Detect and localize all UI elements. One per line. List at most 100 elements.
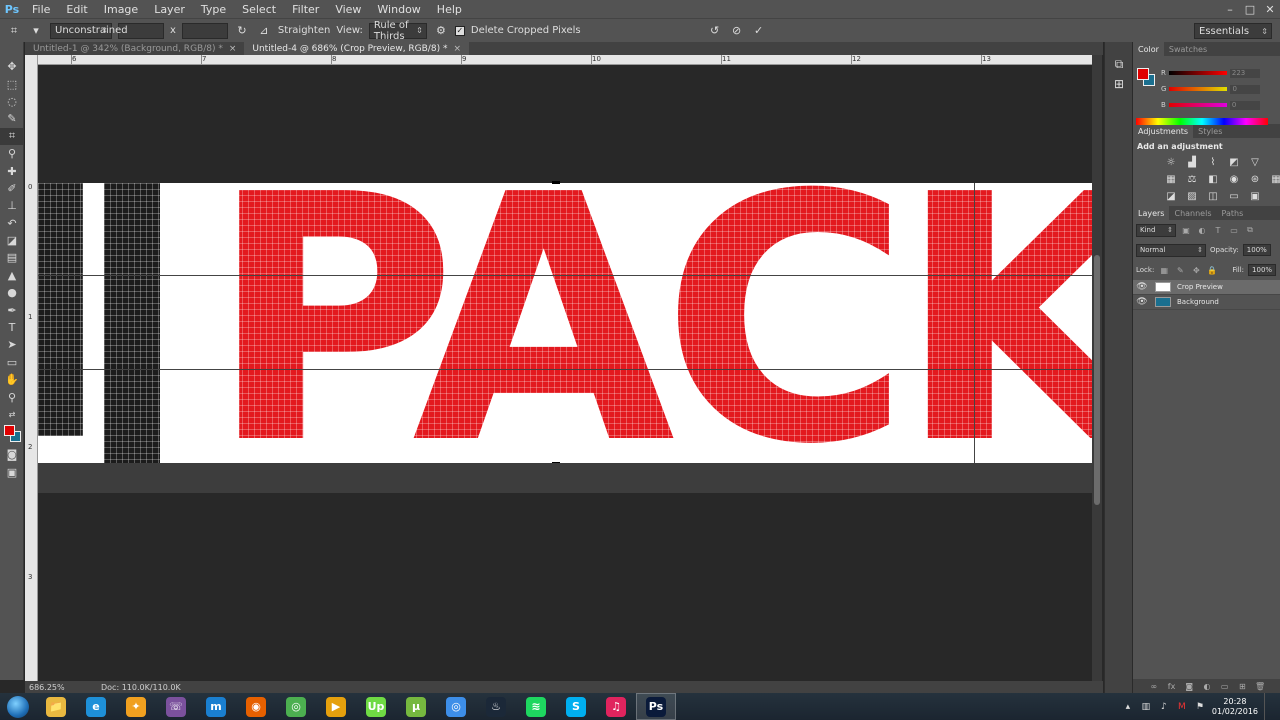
quick-select-tool-icon[interactable]: ✎ xyxy=(0,110,24,127)
history-panel-icon[interactable]: ⧉ xyxy=(1105,54,1133,74)
quick-mask-icon[interactable]: ◙ xyxy=(0,446,24,463)
foreground-color-swatch[interactable] xyxy=(1137,68,1149,80)
menu-view[interactable]: View xyxy=(327,3,369,16)
taskbar-media-button[interactable]: ✦ xyxy=(116,693,156,720)
new-group-icon[interactable]: ▭ xyxy=(1220,681,1230,691)
tab-untitled-4[interactable]: Untitled-4 @ 686% (Crop Preview, RGB/8) … xyxy=(244,42,469,55)
blue-value[interactable]: 0 xyxy=(1229,100,1260,110)
marquee-tool-icon[interactable]: ⬚ xyxy=(0,75,24,92)
screen-mode-icon[interactable]: ▣ xyxy=(0,464,24,481)
taskbar-steam-button[interactable]: ♨ xyxy=(476,693,516,720)
ratio-select[interactable]: Unconstrained xyxy=(50,22,128,39)
color-balance-icon[interactable]: ⚖ xyxy=(1184,172,1200,186)
blend-mode-select[interactable]: Normal xyxy=(1136,243,1206,257)
overlay-view-select[interactable]: Rule of Thirds xyxy=(368,20,427,42)
lasso-tool-icon[interactable]: ◌ xyxy=(0,93,24,110)
pen-tool-icon[interactable]: ✒ xyxy=(0,301,24,318)
menu-select[interactable]: Select xyxy=(234,3,284,16)
gradient-map-icon[interactable]: ▭ xyxy=(1226,189,1242,203)
show-desktop-button[interactable] xyxy=(1264,693,1272,720)
red-slider[interactable] xyxy=(1168,71,1227,75)
gradient-tool-icon[interactable]: ▤ xyxy=(0,249,24,266)
selective-color-icon[interactable]: ▣ xyxy=(1247,189,1263,203)
lock-image-icon[interactable]: ✎ xyxy=(1174,264,1186,276)
taskbar-chrome-button[interactable]: ◎ xyxy=(276,693,316,720)
blue-slider[interactable] xyxy=(1168,103,1227,107)
history-brush-tool-icon[interactable]: ↶ xyxy=(0,215,24,232)
crop-handle-top[interactable] xyxy=(552,181,560,184)
straighten-label[interactable]: Straighten xyxy=(278,25,330,36)
start-button[interactable] xyxy=(0,693,36,720)
link-layers-icon[interactable]: ∞ xyxy=(1149,681,1159,691)
delete-cropped-label[interactable]: Delete Cropped Pixels xyxy=(471,25,581,36)
type-filter-icon[interactable]: T xyxy=(1212,224,1224,236)
layer-row-background[interactable]: 👁 Background xyxy=(1133,295,1280,310)
photo-filter-icon[interactable]: ◉ xyxy=(1226,172,1242,186)
menu-layer[interactable]: Layer xyxy=(146,3,193,16)
menu-filter[interactable]: Filter xyxy=(284,3,327,16)
workspace-select[interactable]: Essentials xyxy=(1194,23,1272,39)
straighten-icon[interactable]: ⊿ xyxy=(256,23,272,39)
channel-mixer-icon[interactable]: ⊛ xyxy=(1247,172,1263,186)
move-tool-icon[interactable]: ✥ xyxy=(0,58,24,75)
blur-tool-icon[interactable]: ▲ xyxy=(0,267,24,284)
lock-position-icon[interactable]: ✥ xyxy=(1190,264,1202,276)
menu-file[interactable]: File xyxy=(24,3,58,16)
swap-colors-icon[interactable]: ⇄ xyxy=(0,406,24,423)
threshold-icon[interactable]: ◫ xyxy=(1205,189,1221,203)
vertical-scrollbar[interactable] xyxy=(1092,55,1102,681)
dodge-tool-icon[interactable]: ● xyxy=(0,284,24,301)
smart-filter-icon[interactable]: ⧉ xyxy=(1244,224,1256,236)
red-value[interactable]: 223 xyxy=(1229,68,1260,78)
invert-icon[interactable]: ◪ xyxy=(1163,189,1179,203)
foreground-color-swatch[interactable] xyxy=(4,425,15,436)
tab-close-icon[interactable]: × xyxy=(453,44,461,54)
kind-filter-select[interactable]: Kind xyxy=(1136,223,1176,237)
type-tool-icon[interactable]: T xyxy=(0,319,24,336)
tab-adjustments[interactable]: Adjustments xyxy=(1133,124,1194,138)
taskbar-ie-button[interactable]: e xyxy=(76,693,116,720)
lock-transparent-icon[interactable]: ▦ xyxy=(1158,264,1170,276)
properties-panel-icon[interactable]: ⊞ xyxy=(1105,74,1133,94)
flag-icon[interactable]: ⚑ xyxy=(1194,701,1206,713)
maximize-button[interactable]: □ xyxy=(1240,0,1260,18)
brightness-icon[interactable]: ☼ xyxy=(1163,155,1179,169)
visibility-eye-icon[interactable]: 👁 xyxy=(1133,297,1151,307)
minimize-button[interactable]: – xyxy=(1220,0,1240,18)
visibility-eye-icon[interactable]: 👁 xyxy=(1133,282,1151,292)
taskbar-skype-button[interactable]: S xyxy=(556,693,596,720)
tab-channels[interactable]: Channels xyxy=(1169,206,1216,220)
zoom-level[interactable]: 686.25% xyxy=(25,683,65,692)
tab-layers[interactable]: Layers xyxy=(1133,206,1170,220)
posterize-icon[interactable]: ▨ xyxy=(1184,189,1200,203)
taskbar-upwork-button[interactable]: Up xyxy=(356,693,396,720)
new-adjustment-icon[interactable]: ◐ xyxy=(1202,681,1212,691)
exposure-icon[interactable]: ◩ xyxy=(1226,155,1242,169)
tray-arrow-icon[interactable]: ▴ xyxy=(1122,701,1134,713)
tab-close-icon[interactable]: × xyxy=(229,44,237,54)
taskbar-firefox-button[interactable]: ◉ xyxy=(236,693,276,720)
taskbar-plex-button[interactable]: ▶ xyxy=(316,693,356,720)
hand-tool-icon[interactable]: ✋ xyxy=(0,371,24,388)
gmail-icon[interactable]: M xyxy=(1176,701,1188,713)
layer-mask-icon[interactable]: ◙ xyxy=(1184,681,1194,691)
volume-icon[interactable]: ♪ xyxy=(1158,701,1170,713)
taskbar-photoshop-button[interactable]: Ps xyxy=(636,693,676,720)
close-button[interactable]: ✕ xyxy=(1260,0,1280,18)
opacity-field[interactable]: 100% xyxy=(1242,244,1271,256)
new-layer-icon[interactable]: ⊞ xyxy=(1237,681,1247,691)
color-spectrum[interactable] xyxy=(1136,118,1268,125)
menu-window[interactable]: Window xyxy=(369,3,428,16)
height-field[interactable] xyxy=(181,22,228,39)
path-select-tool-icon[interactable]: ➤ xyxy=(0,336,24,353)
green-value[interactable]: 0 xyxy=(1230,84,1261,94)
hue-saturation-icon[interactable]: ▦ xyxy=(1163,172,1179,186)
tab-paths[interactable]: Paths xyxy=(1217,206,1249,220)
zoom-tool-icon[interactable]: ⚲ xyxy=(0,388,24,405)
eraser-tool-icon[interactable]: ◪ xyxy=(0,232,24,249)
pixel-filter-icon[interactable]: ▣ xyxy=(1180,224,1192,236)
taskbar-spotify-button[interactable]: ≋ xyxy=(516,693,556,720)
curves-icon[interactable]: ⌇ xyxy=(1205,155,1221,169)
menu-type[interactable]: Type xyxy=(193,3,234,16)
delete-cropped-checkbox[interactable]: ✓ xyxy=(454,25,465,36)
